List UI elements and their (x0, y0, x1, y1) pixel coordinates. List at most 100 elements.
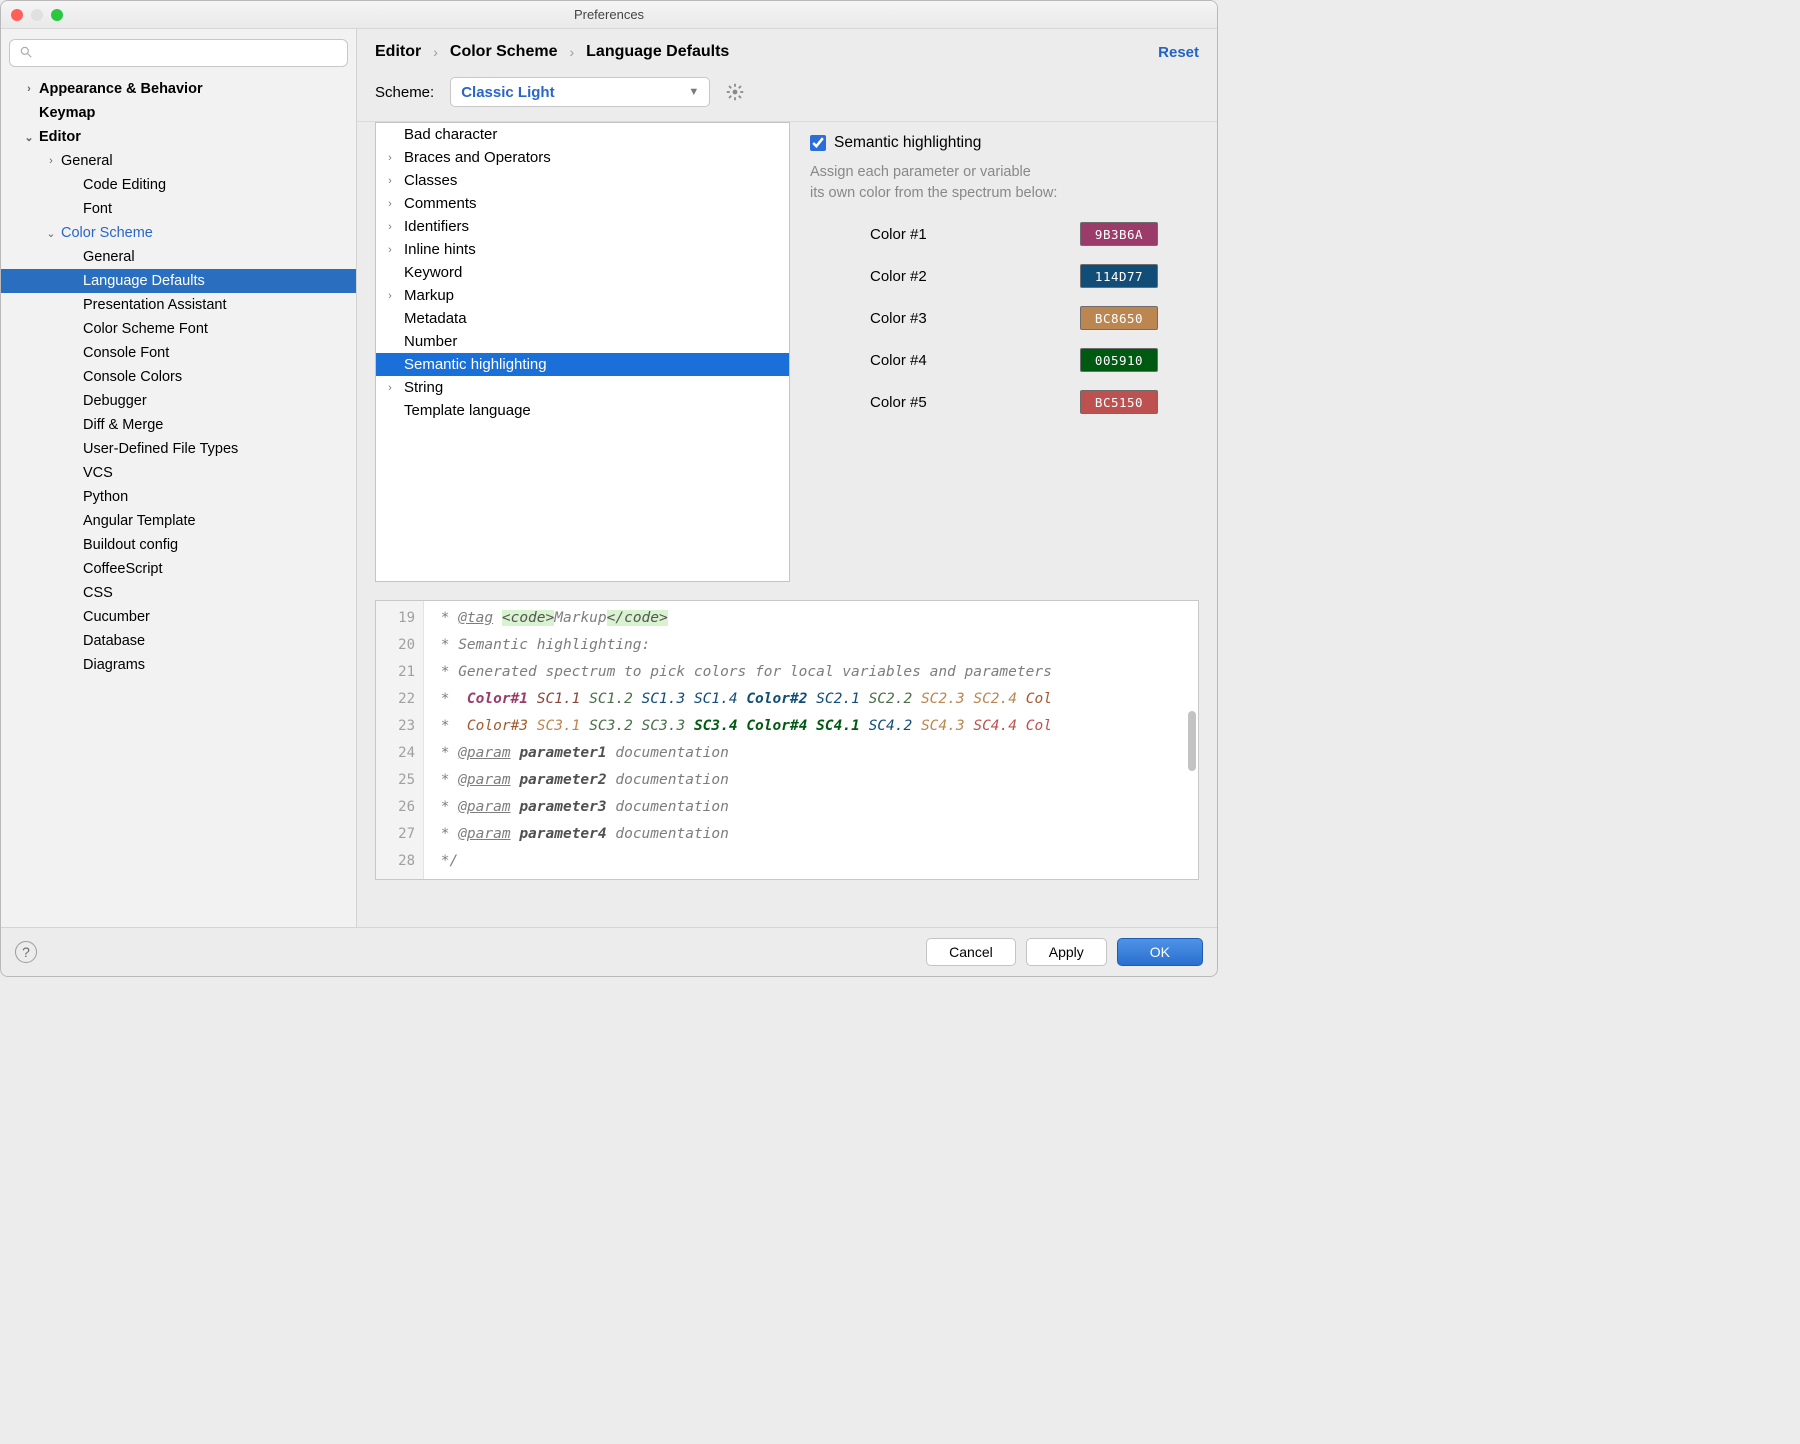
chevron-right-icon: › (569, 44, 574, 60)
sidebar-item[interactable]: Python (1, 485, 356, 509)
chevron-icon: › (376, 221, 404, 233)
chevron-icon: › (376, 198, 404, 210)
sidebar-item[interactable]: General (1, 245, 356, 269)
sidebar-item[interactable]: Presentation Assistant (1, 293, 356, 317)
cancel-button[interactable]: Cancel (926, 938, 1016, 966)
breadcrumb-editor[interactable]: Editor (375, 43, 421, 61)
category-item[interactable]: Bad character (376, 123, 789, 146)
preferences-sidebar: ›Appearance & BehaviorKeymap⌄Editor›Gene… (1, 29, 357, 927)
chevron-icon: › (376, 382, 404, 394)
sidebar-item-label: Buildout config (83, 537, 178, 553)
category-item[interactable]: Metadata (376, 307, 789, 330)
category-item[interactable]: Template language (376, 399, 789, 422)
window-title: Preferences (1, 7, 1217, 22)
sidebar-item-label: CoffeeScript (83, 561, 163, 577)
sidebar-item[interactable]: Console Font (1, 341, 356, 365)
sidebar-item[interactable]: CSS (1, 581, 356, 605)
apply-button[interactable]: Apply (1026, 938, 1107, 966)
color-row: Color #2 114D77 (870, 264, 1193, 288)
reset-link[interactable]: Reset (1158, 44, 1199, 61)
sidebar-item[interactable]: Keymap (1, 101, 356, 125)
sidebar-item[interactable]: Code Editing (1, 173, 356, 197)
sidebar-item[interactable]: VCS (1, 461, 356, 485)
help-icon[interactable]: ? (15, 941, 37, 963)
color-swatch[interactable]: 005910 (1080, 348, 1158, 372)
color-row: Color #3 BC8650 (870, 306, 1193, 330)
category-item[interactable]: Keyword (376, 261, 789, 284)
category-item[interactable]: ›Braces and Operators (376, 146, 789, 169)
category-label: Keyword (404, 264, 462, 281)
sidebar-item[interactable]: Language Defaults (1, 269, 356, 293)
semantic-checkbox-row[interactable]: Semantic highlighting (810, 134, 1193, 152)
category-label: Comments (404, 195, 477, 212)
color-swatch[interactable]: 9B3B6A (1080, 222, 1158, 246)
color-row: Color #4 005910 (870, 348, 1193, 372)
sidebar-item[interactable]: User-Defined File Types (1, 437, 356, 461)
vertical-scrollbar[interactable] (1188, 711, 1196, 771)
sidebar-item[interactable]: Diagrams (1, 653, 356, 677)
category-label: Identifiers (404, 218, 469, 235)
category-list: Bad character›Braces and Operators›Class… (375, 122, 790, 582)
sidebar-item-label: VCS (83, 465, 113, 481)
color-swatch[interactable]: BC5150 (1080, 390, 1158, 414)
scheme-select[interactable]: Classic Light ▼ (450, 77, 710, 107)
semantic-highlighting-panel: Semantic highlighting Assign each parame… (810, 122, 1199, 582)
sidebar-item-label: Language Defaults (83, 273, 205, 289)
category-label: Template language (404, 402, 531, 419)
sidebar-item-label: General (61, 153, 113, 169)
category-item[interactable]: ›Inline hints (376, 238, 789, 261)
category-item[interactable]: Number (376, 330, 789, 353)
sidebar-item-label: Code Editing (83, 177, 166, 193)
sidebar-item[interactable]: Diff & Merge (1, 413, 356, 437)
color-swatch[interactable]: BC8650 (1080, 306, 1158, 330)
sidebar-item[interactable]: Font (1, 197, 356, 221)
category-item[interactable]: ›String (376, 376, 789, 399)
sidebar-item[interactable]: CoffeeScript (1, 557, 356, 581)
search-input[interactable] (9, 39, 348, 67)
category-label: Number (404, 333, 457, 350)
sidebar-item-label: Font (83, 201, 112, 217)
sidebar-item[interactable]: ›Appearance & Behavior (1, 77, 356, 101)
titlebar: Preferences (1, 1, 1217, 29)
category-item[interactable]: ›Identifiers (376, 215, 789, 238)
chevron-icon: ⌄ (41, 227, 61, 240)
sidebar-item[interactable]: Console Colors (1, 365, 356, 389)
chevron-icon: › (41, 155, 61, 167)
sidebar-item-label: Database (83, 633, 145, 649)
color-swatch[interactable]: 114D77 (1080, 264, 1158, 288)
semantic-checkbox-label: Semantic highlighting (834, 134, 981, 152)
sidebar-item-label: Appearance & Behavior (39, 81, 203, 97)
category-item[interactable]: ›Comments (376, 192, 789, 215)
sidebar-item-label: Color Scheme Font (83, 321, 208, 337)
sidebar-item[interactable]: Debugger (1, 389, 356, 413)
breadcrumb-color-scheme[interactable]: Color Scheme (450, 43, 558, 61)
chevron-right-icon: › (433, 44, 438, 60)
semantic-checkbox[interactable] (810, 135, 826, 151)
sidebar-item-label: Diff & Merge (83, 417, 163, 433)
sidebar-item-label: Console Font (83, 345, 169, 361)
sidebar-item-label: User-Defined File Types (83, 441, 238, 457)
color-table: Color #1 9B3B6A Color #2 114D77 Color #3 B… (870, 222, 1193, 414)
sidebar-item[interactable]: Color Scheme Font (1, 317, 356, 341)
scheme-value: Classic Light (461, 84, 554, 101)
sidebar-item-label: Diagrams (83, 657, 145, 673)
sidebar-item[interactable]: Database (1, 629, 356, 653)
sidebar-item[interactable]: Cucumber (1, 605, 356, 629)
sidebar-item[interactable]: Buildout config (1, 533, 356, 557)
color-label: Color #3 (870, 310, 950, 327)
color-row: Color #5 BC5150 (870, 390, 1193, 414)
sidebar-item[interactable]: ⌄Editor (1, 125, 356, 149)
category-item[interactable]: ›Classes (376, 169, 789, 192)
sidebar-item-label: Keymap (39, 105, 95, 121)
color-label: Color #4 (870, 352, 950, 369)
sidebar-item[interactable]: ⌄Color Scheme (1, 221, 356, 245)
ok-button[interactable]: OK (1117, 938, 1203, 966)
gear-icon[interactable] (726, 83, 744, 101)
color-row: Color #1 9B3B6A (870, 222, 1193, 246)
sidebar-item[interactable]: ›General (1, 149, 356, 173)
category-item[interactable]: Semantic highlighting (376, 353, 789, 376)
category-label: Metadata (404, 310, 467, 327)
category-item[interactable]: ›Markup (376, 284, 789, 307)
breadcrumb: Editor › Color Scheme › Language Default… (375, 43, 729, 61)
sidebar-item[interactable]: Angular Template (1, 509, 356, 533)
